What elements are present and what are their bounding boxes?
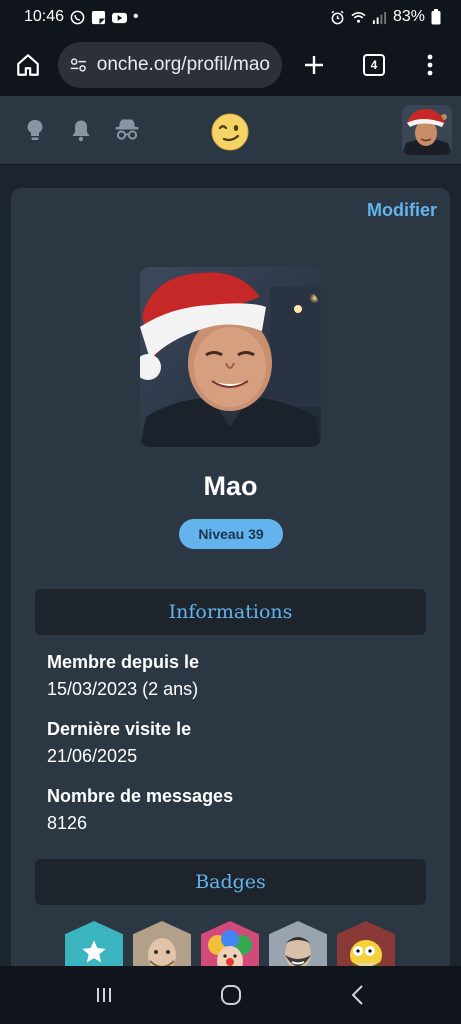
plus-icon: [305, 56, 323, 74]
menu-button[interactable]: [414, 49, 446, 81]
informations-section-header: Informations: [35, 589, 426, 635]
whatsapp-icon: [70, 10, 85, 24]
status-bar: 10:46 • 83%: [0, 0, 461, 34]
home-button[interactable]: [12, 49, 44, 81]
level-badge: Niveau 39: [179, 519, 283, 549]
site-settings-icon[interactable]: [70, 55, 87, 75]
header-avatar[interactable]: [402, 105, 452, 155]
notification-bell-icon[interactable]: [69, 118, 93, 142]
home-icon: [17, 54, 39, 76]
wifi-icon: [351, 11, 366, 23]
recent-apps-icon: [96, 988, 111, 1002]
incognito-icon[interactable]: [114, 118, 140, 142]
edit-profile-link[interactable]: Modifier: [367, 200, 437, 221]
youtube-icon: [112, 12, 128, 23]
smiley-logo-icon[interactable]: [211, 113, 249, 151]
badges-section-header: Badges: [35, 859, 426, 905]
tab-switcher-button[interactable]: 4: [358, 49, 390, 81]
browser-toolbar: onche.org/profil/mao 4: [0, 34, 461, 96]
address-bar[interactable]: onche.org/profil/mao: [58, 42, 282, 88]
status-time: 10:46: [24, 8, 65, 25]
alarm-icon: [331, 10, 344, 24]
profile-card: Modifier Mao Niveau 39 Informations Memb…: [11, 188, 450, 988]
username: Mao: [203, 471, 258, 501]
member-since-label: Membre depuis le: [47, 652, 200, 672]
new-tab-button[interactable]: [298, 49, 330, 81]
battery-icon: [431, 9, 441, 25]
recent-apps-button[interactable]: [84, 975, 124, 1015]
notes-app-icon: [91, 10, 106, 24]
messages-count-label: Nombre de messages: [47, 786, 234, 806]
system-navigation-bar: [0, 966, 461, 1024]
home-nav-button[interactable]: [211, 975, 251, 1015]
last-visit-value: 21/06/2025: [47, 746, 138, 766]
status-dot: •: [133, 8, 139, 25]
back-chevron-icon: [351, 985, 363, 1005]
member-since-value: 15/03/2023 (2 ans): [47, 679, 199, 699]
lightbulb-icon[interactable]: [23, 118, 47, 142]
battery-percent: 83%: [392, 8, 425, 25]
star-icon: [82, 940, 106, 963]
home-circle-icon: [220, 985, 241, 1005]
user-avatar-image: [402, 105, 452, 155]
more-vertical-icon: [427, 54, 433, 76]
tab-count: 4: [363, 54, 385, 76]
profile-avatar-image: [140, 267, 321, 447]
profile-avatar: [140, 267, 321, 447]
messages-count-value: 8126: [47, 813, 88, 833]
url-text: onche.org/profil/mao: [96, 54, 270, 75]
last-visit-label: Dernière visite le: [47, 719, 192, 739]
back-button[interactable]: [338, 975, 378, 1015]
signal-icon: [372, 11, 387, 24]
